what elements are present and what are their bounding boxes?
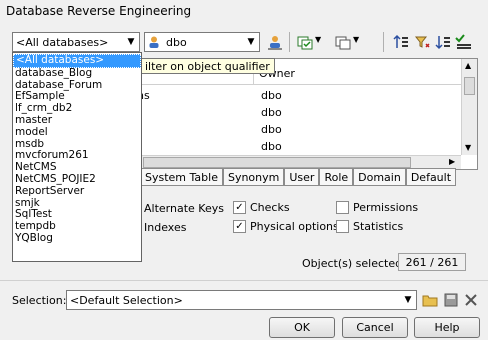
chevron-down-icon[interactable]: ▼ [315,35,321,44]
chevron-down-icon[interactable]: ▼ [400,295,416,305]
database-filter-value: <All databases> [16,35,109,49]
checks-option[interactable]: ✓ Checks [233,201,290,214]
chevron-down-icon[interactable]: ▼ [353,35,359,44]
statistics-checkbox[interactable] [336,220,349,233]
tab-system-table[interactable]: System Table [140,168,223,186]
ok-button[interactable]: OK [269,317,335,338]
row-owner: dbo [261,140,282,153]
sort-ascending-icon[interactable] [392,33,410,51]
checks-label: Checks [250,201,290,214]
chevron-down-icon[interactable]: ▼ [243,37,259,47]
selection-label: Selection: [12,294,67,307]
toolbar-separator [289,32,290,52]
tab-domain[interactable]: Domain [353,168,406,186]
objects-selected-label: Object(s) selected: [302,257,406,270]
chevron-down-icon[interactable]: ▼ [123,37,139,47]
database-filter-combo[interactable]: <All databases> ▼ [12,32,140,52]
select-all-icon[interactable] [296,33,314,51]
save-icon[interactable] [442,291,460,309]
physical-options-checkbox[interactable]: ✓ [233,220,246,233]
scrollbar-thumb[interactable] [143,157,411,168]
toolbar-separator [383,32,384,52]
permissions-label: Permissions [353,201,419,214]
selection-combo[interactable]: <Default Selection> ▼ [66,290,417,310]
scroll-up-icon[interactable]: ▲ [465,61,471,70]
statistics-label: Statistics [353,220,404,233]
physical-options-label: Physical options [250,220,339,233]
row-owner: dbo [261,106,282,119]
physical-options-option[interactable]: ✓ Physical options [233,220,339,233]
dropdown-item[interactable]: NetCMS_POJIE2 [13,173,141,186]
help-button[interactable]: Help [414,317,480,338]
owner-select-icon[interactable] [266,33,284,51]
scroll-down-icon[interactable]: ▼ [465,143,471,152]
tab-role[interactable]: Role [319,168,354,186]
object-type-tabs: System Table Synonym User Role Domain De… [140,168,480,186]
cancel-button[interactable]: Cancel [342,317,408,338]
dropdown-item[interactable]: master [13,114,141,127]
tab-default[interactable]: Default [405,168,457,186]
database-dropdown-list[interactable]: <All databases> database_Blog database_F… [12,52,142,262]
statistics-option[interactable]: Statistics [336,220,403,233]
owner-filter-combo[interactable]: dbo ▼ [144,32,260,52]
sort-descending-icon[interactable] [434,33,452,51]
filter-icon[interactable] [413,33,431,51]
scrollbar-thumb[interactable] [464,77,475,95]
alternate-keys-label: Alternate Keys [144,202,224,215]
check-all-icon[interactable] [455,33,473,51]
indexes-label: Indexes [144,221,187,234]
vertical-scrollbar[interactable]: ▲ ▼ [461,59,477,155]
selection-value: <Default Selection> [70,293,183,307]
scroll-right-icon[interactable]: ▶ [449,157,455,166]
row-owner: dbo [261,89,282,102]
owner-filter-value: dbo [166,35,187,49]
deselect-all-icon[interactable] [334,33,352,51]
dropdown-item[interactable]: <All databases> [13,54,141,68]
row-owner: dbo [261,123,282,136]
tooltip: ilter on object qualifier [140,58,275,74]
delete-icon[interactable] [462,291,480,309]
tab-synonym[interactable]: Synonym [222,168,285,186]
dropdown-item[interactable]: model [13,126,141,139]
dropdown-item[interactable]: ReportServer [13,185,141,198]
open-folder-icon[interactable] [421,291,439,309]
objects-selected-count: 261 / 261 [398,253,466,271]
tab-user[interactable]: User [284,168,320,186]
user-icon [145,33,163,51]
divider [0,280,488,281]
permissions-checkbox[interactable] [336,201,349,214]
window-title: Database Reverse Engineering [6,4,192,18]
dropdown-item[interactable]: YQBlog [13,232,141,245]
dropdown-item[interactable]: database_Blog [13,67,141,80]
permissions-option[interactable]: Permissions [336,201,418,214]
checks-checkbox[interactable]: ✓ [233,201,246,214]
